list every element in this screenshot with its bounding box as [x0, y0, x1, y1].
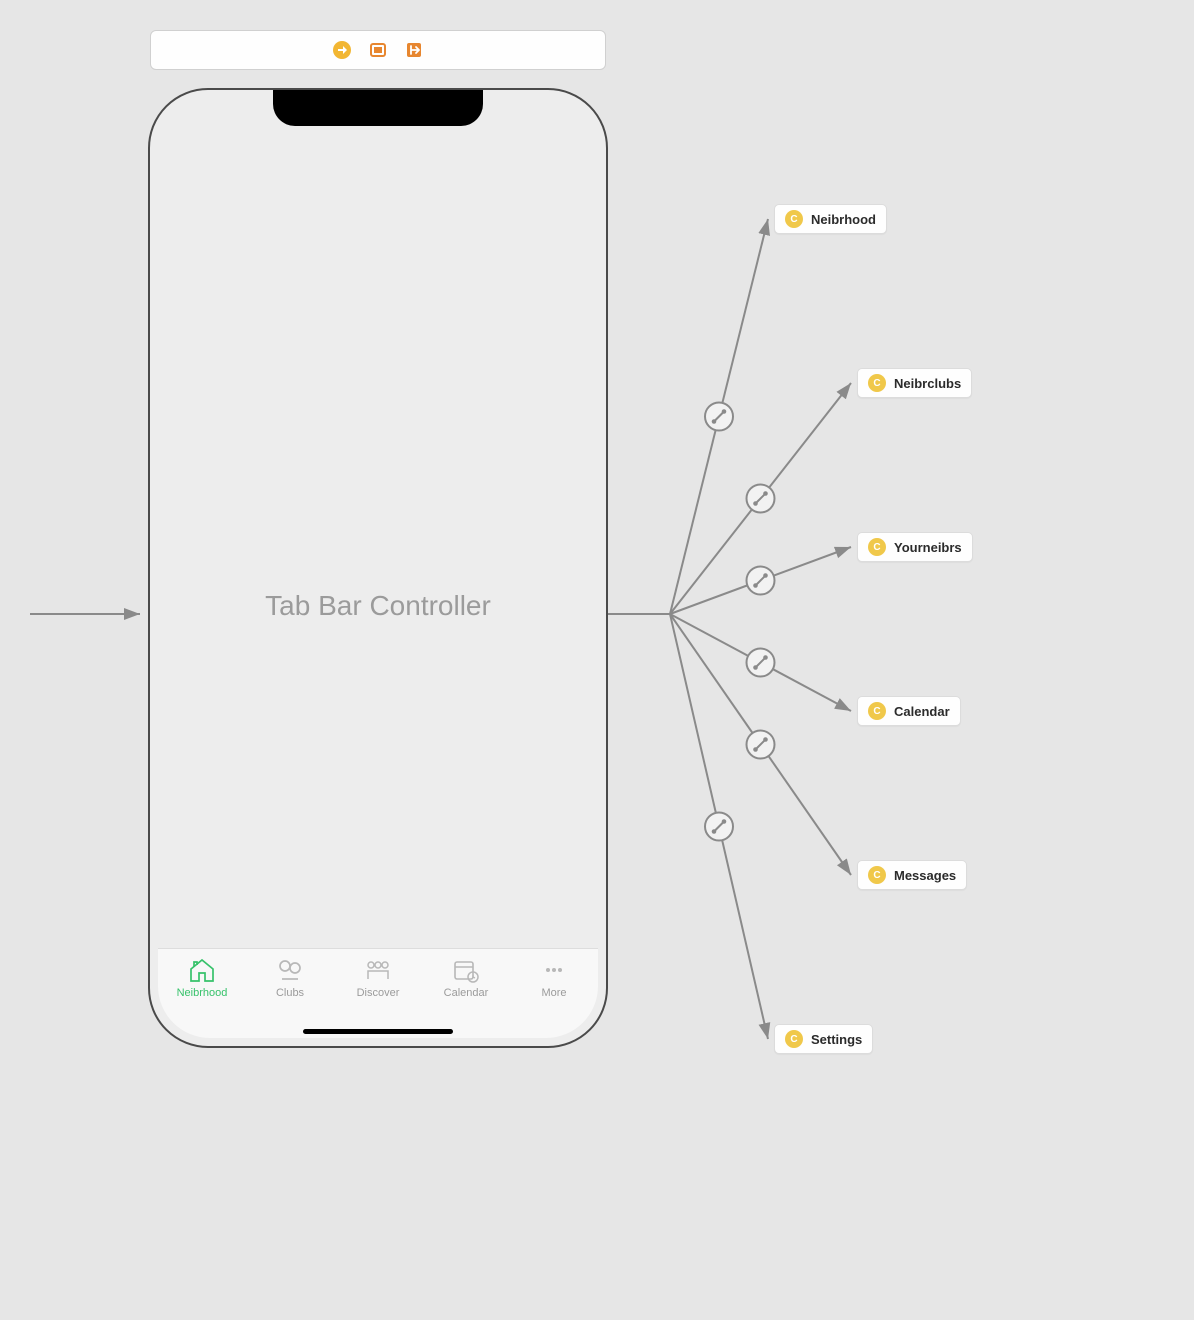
tab-more[interactable]: More: [514, 957, 594, 999]
destination-label: Yourneibrs: [894, 540, 962, 555]
tab-label: Discover: [357, 987, 400, 999]
destination-node[interactable]: C Neibrclubs: [857, 368, 972, 398]
calendar-icon: [451, 957, 481, 983]
tab-neibrhood[interactable]: Neibrhood: [162, 957, 242, 999]
destination-label: Messages: [894, 868, 956, 883]
tab-label: Calendar: [444, 987, 489, 999]
tab-clubs[interactable]: Clubs: [250, 957, 330, 999]
tab-label: Clubs: [276, 987, 304, 999]
first-responder-icon[interactable]: [369, 41, 387, 59]
destination-label: Neibrhood: [811, 212, 876, 227]
clubs-icon: [275, 957, 305, 983]
notch: [273, 90, 483, 126]
home-indicator: [303, 1029, 453, 1034]
destination-label: Calendar: [894, 704, 950, 719]
more-icon: [539, 957, 569, 983]
storyboard-entry-icon[interactable]: [333, 41, 351, 59]
controller-icon: C: [868, 866, 886, 884]
destination-node[interactable]: C Calendar: [857, 696, 961, 726]
tab-label: More: [541, 987, 566, 999]
house-icon: [187, 957, 217, 983]
scene-toolbar: [150, 30, 606, 70]
tab-discover[interactable]: Discover: [338, 957, 418, 999]
destination-label: Neibrclubs: [894, 376, 961, 391]
tab-bar: Neibrhood Clubs Discover Calendar: [158, 948, 598, 1038]
people-icon: [363, 957, 393, 983]
controller-title: Tab Bar Controller: [265, 590, 491, 622]
canvas: Tab Bar Controller Neibrhood Clubs Disco…: [0, 0, 1194, 1320]
controller-icon: C: [785, 210, 803, 228]
destination-label: Settings: [811, 1032, 862, 1047]
destination-node[interactable]: C Settings: [774, 1024, 873, 1054]
tab-label: Neibrhood: [177, 987, 228, 999]
exit-icon[interactable]: [405, 41, 423, 59]
destination-node[interactable]: C Messages: [857, 860, 967, 890]
controller-icon: C: [785, 1030, 803, 1048]
tab-calendar[interactable]: Calendar: [426, 957, 506, 999]
destination-node[interactable]: C Neibrhood: [774, 204, 887, 234]
phone-frame: Tab Bar Controller Neibrhood Clubs Disco…: [148, 88, 608, 1048]
controller-icon: C: [868, 538, 886, 556]
controller-icon: C: [868, 374, 886, 392]
controller-icon: C: [868, 702, 886, 720]
destination-node[interactable]: C Yourneibrs: [857, 532, 973, 562]
